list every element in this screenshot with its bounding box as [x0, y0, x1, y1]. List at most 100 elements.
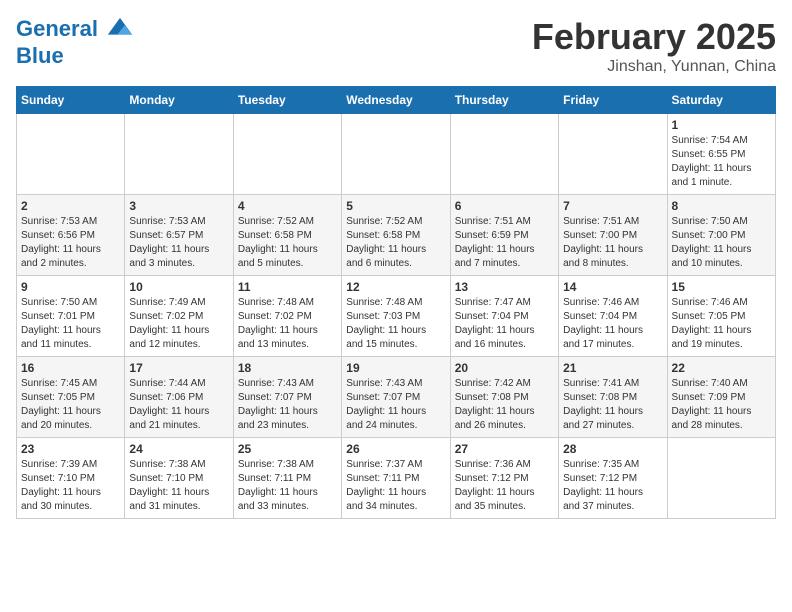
- day-number: 20: [455, 361, 554, 375]
- calendar-cell: 28 Sunrise: 7:35 AM Sunset: 7:12 PM Dayli…: [559, 438, 667, 519]
- day-info: Sunrise: 7:44 AM Sunset: 7:06 PM Dayligh…: [129, 377, 228, 433]
- day-info: Sunrise: 7:35 AM Sunset: 7:12 PM Dayligh…: [563, 458, 662, 514]
- day-number: 10: [129, 280, 228, 294]
- location: Jinshan, Yunnan, China: [532, 58, 776, 76]
- day-number: 26: [346, 442, 445, 456]
- day-number: 5: [346, 199, 445, 213]
- day-info: Sunrise: 7:43 AM Sunset: 7:07 PM Dayligh…: [238, 377, 337, 433]
- calendar-cell: [559, 114, 667, 195]
- day-info: Sunrise: 7:50 AM Sunset: 7:01 PM Dayligh…: [21, 296, 120, 352]
- calendar-cell: [667, 438, 775, 519]
- calendar-cell: 2Sunrise: 7:53 AM Sunset: 6:56 PM Daylig…: [17, 195, 125, 276]
- calendar-cell: 6Sunrise: 7:51 AM Sunset: 6:59 PM Daylig…: [450, 195, 558, 276]
- day-number: 12: [346, 280, 445, 294]
- page-header: General Blue February 2025 Jinshan, Yunn…: [16, 16, 776, 76]
- logo-text: General: [16, 16, 134, 44]
- calendar-cell: 24 Sunrise: 7:38 AM Sunset: 7:10 PM Dayli…: [125, 438, 233, 519]
- day-number: 18: [238, 361, 337, 375]
- day-number: 24: [129, 442, 228, 456]
- day-number: 23: [21, 442, 120, 456]
- day-info: Sunrise: 7:49 AM Sunset: 7:02 PM Dayligh…: [129, 296, 228, 352]
- calendar-cell: 12 Sunrise: 7:48 AM Sunset: 7:03 PM Dayli…: [342, 276, 450, 357]
- day-number: 3: [129, 199, 228, 213]
- calendar-cell: 25 Sunrise: 7:38 AM Sunset: 7:11 PM Dayli…: [233, 438, 341, 519]
- calendar-cell: 27 Sunrise: 7:36 AM Sunset: 7:12 PM Dayli…: [450, 438, 558, 519]
- logo: General Blue: [16, 16, 134, 68]
- logo-blue-text: Blue: [16, 44, 134, 68]
- day-number: 27: [455, 442, 554, 456]
- calendar-cell: 23 Sunrise: 7:39 AM Sunset: 7:10 PM Dayli…: [17, 438, 125, 519]
- calendar-cell: 18 Sunrise: 7:43 AM Sunset: 7:07 PM Dayli…: [233, 357, 341, 438]
- day-number: 7: [563, 199, 662, 213]
- weekday-header: Sunday: [17, 87, 125, 114]
- day-info: Sunrise: 7:50 AM Sunset: 7:00 PM Dayligh…: [672, 215, 771, 271]
- day-number: 15: [672, 280, 771, 294]
- weekday-header: Thursday: [450, 87, 558, 114]
- calendar-cell: 4 Sunrise: 7:52 AM Sunset: 6:58 PM Daylig…: [233, 195, 341, 276]
- calendar-cell: 16 Sunrise: 7:45 AM Sunset: 7:05 PM Dayli…: [17, 357, 125, 438]
- calendar-cell: 14 Sunrise: 7:46 AM Sunset: 7:04 PM Dayli…: [559, 276, 667, 357]
- calendar-cell: [17, 114, 125, 195]
- weekday-header: Monday: [125, 87, 233, 114]
- day-number: 25: [238, 442, 337, 456]
- calendar-cell: 9 Sunrise: 7:50 AM Sunset: 7:01 PM Daylig…: [17, 276, 125, 357]
- day-info: Sunrise: 7:46 AM Sunset: 7:04 PM Dayligh…: [563, 296, 662, 352]
- day-info: Sunrise: 7:36 AM Sunset: 7:12 PM Dayligh…: [455, 458, 554, 514]
- day-info: Sunrise: 7:52 AM Sunset: 6:58 PM Dayligh…: [346, 215, 445, 271]
- weekday-header: Tuesday: [233, 87, 341, 114]
- day-number: 13: [455, 280, 554, 294]
- weekday-header: Wednesday: [342, 87, 450, 114]
- weekday-header: Friday: [559, 87, 667, 114]
- day-info: Sunrise: 7:39 AM Sunset: 7:10 PM Dayligh…: [21, 458, 120, 514]
- day-number: 17: [129, 361, 228, 375]
- day-info: Sunrise: 7:43 AM Sunset: 7:07 PM Dayligh…: [346, 377, 445, 433]
- day-info: Sunrise: 7:38 AM Sunset: 7:10 PM Dayligh…: [129, 458, 228, 514]
- day-info: Sunrise: 7:54 AM Sunset: 6:55 PM Dayligh…: [672, 134, 771, 190]
- calendar-cell: 17 Sunrise: 7:44 AM Sunset: 7:06 PM Dayli…: [125, 357, 233, 438]
- day-number: 8: [672, 199, 771, 213]
- weekday-header: Saturday: [667, 87, 775, 114]
- day-number: 22: [672, 361, 771, 375]
- day-number: 14: [563, 280, 662, 294]
- calendar-cell: [450, 114, 558, 195]
- calendar-cell: 7 Sunrise: 7:51 AM Sunset: 7:00 PM Daylig…: [559, 195, 667, 276]
- day-info: Sunrise: 7:37 AM Sunset: 7:11 PM Dayligh…: [346, 458, 445, 514]
- day-number: 16: [21, 361, 120, 375]
- calendar-cell: 15 Sunrise: 7:46 AM Sunset: 7:05 PM Dayli…: [667, 276, 775, 357]
- month-title: February 2025: [532, 16, 776, 58]
- day-number: 1: [672, 118, 771, 132]
- calendar-cell: 19 Sunrise: 7:43 AM Sunset: 7:07 PM Dayli…: [342, 357, 450, 438]
- day-info: Sunrise: 7:46 AM Sunset: 7:05 PM Dayligh…: [672, 296, 771, 352]
- calendar-cell: 26 Sunrise: 7:37 AM Sunset: 7:11 PM Dayli…: [342, 438, 450, 519]
- day-number: 11: [238, 280, 337, 294]
- calendar-cell: 8 Sunrise: 7:50 AM Sunset: 7:00 PM Daylig…: [667, 195, 775, 276]
- calendar-cell: 11 Sunrise: 7:48 AM Sunset: 7:02 PM Dayli…: [233, 276, 341, 357]
- calendar-cell: [342, 114, 450, 195]
- title-block: February 2025 Jinshan, Yunnan, China: [532, 16, 776, 76]
- day-info: Sunrise: 7:38 AM Sunset: 7:11 PM Dayligh…: [238, 458, 337, 514]
- calendar-cell: 1 Sunrise: 7:54 AM Sunset: 6:55 PM Daylig…: [667, 114, 775, 195]
- day-number: 21: [563, 361, 662, 375]
- calendar-cell: [233, 114, 341, 195]
- day-info: Sunrise: 7:53 AM Sunset: 6:57 PM Dayligh…: [129, 215, 228, 271]
- day-number: 4: [238, 199, 337, 213]
- day-number: 2: [21, 199, 120, 213]
- day-info: Sunrise: 7:42 AM Sunset: 7:08 PM Dayligh…: [455, 377, 554, 433]
- day-info: Sunrise: 7:48 AM Sunset: 7:02 PM Dayligh…: [238, 296, 337, 352]
- day-number: 6: [455, 199, 554, 213]
- day-info: Sunrise: 7:45 AM Sunset: 7:05 PM Dayligh…: [21, 377, 120, 433]
- day-info: Sunrise: 7:40 AM Sunset: 7:09 PM Dayligh…: [672, 377, 771, 433]
- calendar-cell: 13 Sunrise: 7:47 AM Sunset: 7:04 PM Dayli…: [450, 276, 558, 357]
- calendar-cell: 20 Sunrise: 7:42 AM Sunset: 7:08 PM Dayli…: [450, 357, 558, 438]
- day-info: Sunrise: 7:41 AM Sunset: 7:08 PM Dayligh…: [563, 377, 662, 433]
- day-info: Sunrise: 7:52 AM Sunset: 6:58 PM Dayligh…: [238, 215, 337, 271]
- calendar-cell: 5 Sunrise: 7:52 AM Sunset: 6:58 PM Daylig…: [342, 195, 450, 276]
- day-info: Sunrise: 7:47 AM Sunset: 7:04 PM Dayligh…: [455, 296, 554, 352]
- day-number: 28: [563, 442, 662, 456]
- day-info: Sunrise: 7:48 AM Sunset: 7:03 PM Dayligh…: [346, 296, 445, 352]
- day-number: 19: [346, 361, 445, 375]
- day-number: 9: [21, 280, 120, 294]
- calendar-cell: 3 Sunrise: 7:53 AM Sunset: 6:57 PM Daylig…: [125, 195, 233, 276]
- day-info: Sunrise: 7:51 AM Sunset: 7:00 PM Dayligh…: [563, 215, 662, 271]
- calendar-cell: 21 Sunrise: 7:41 AM Sunset: 7:08 PM Dayli…: [559, 357, 667, 438]
